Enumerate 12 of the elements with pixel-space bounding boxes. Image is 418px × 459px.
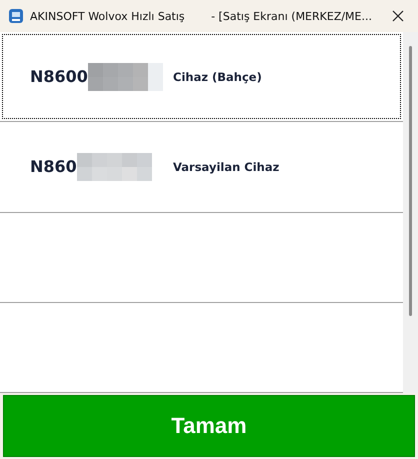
device-row[interactable]: N860 Varsayilan Cihaz — [0, 122, 403, 212]
device-code: N8600 — [30, 67, 88, 86]
device-code: N860 — [30, 157, 77, 176]
device-row[interactable]: N8600 Cihaz (Bahçe) — [0, 32, 403, 122]
window-title: AKINSOFT Wolvox Hızlı Satış — [30, 10, 185, 22]
close-icon[interactable] — [392, 10, 404, 22]
scrollbar-thumb[interactable] — [409, 46, 412, 316]
device-name: Cihaz (Bahçe) — [173, 70, 262, 84]
window-subtitle: - [Satış Ekranı (MERKEZ/ME... — [211, 10, 372, 22]
scrollbar[interactable] — [403, 32, 418, 393]
device-name: Varsayilan Cihaz — [173, 160, 280, 174]
app-logo-icon — [8, 8, 24, 24]
